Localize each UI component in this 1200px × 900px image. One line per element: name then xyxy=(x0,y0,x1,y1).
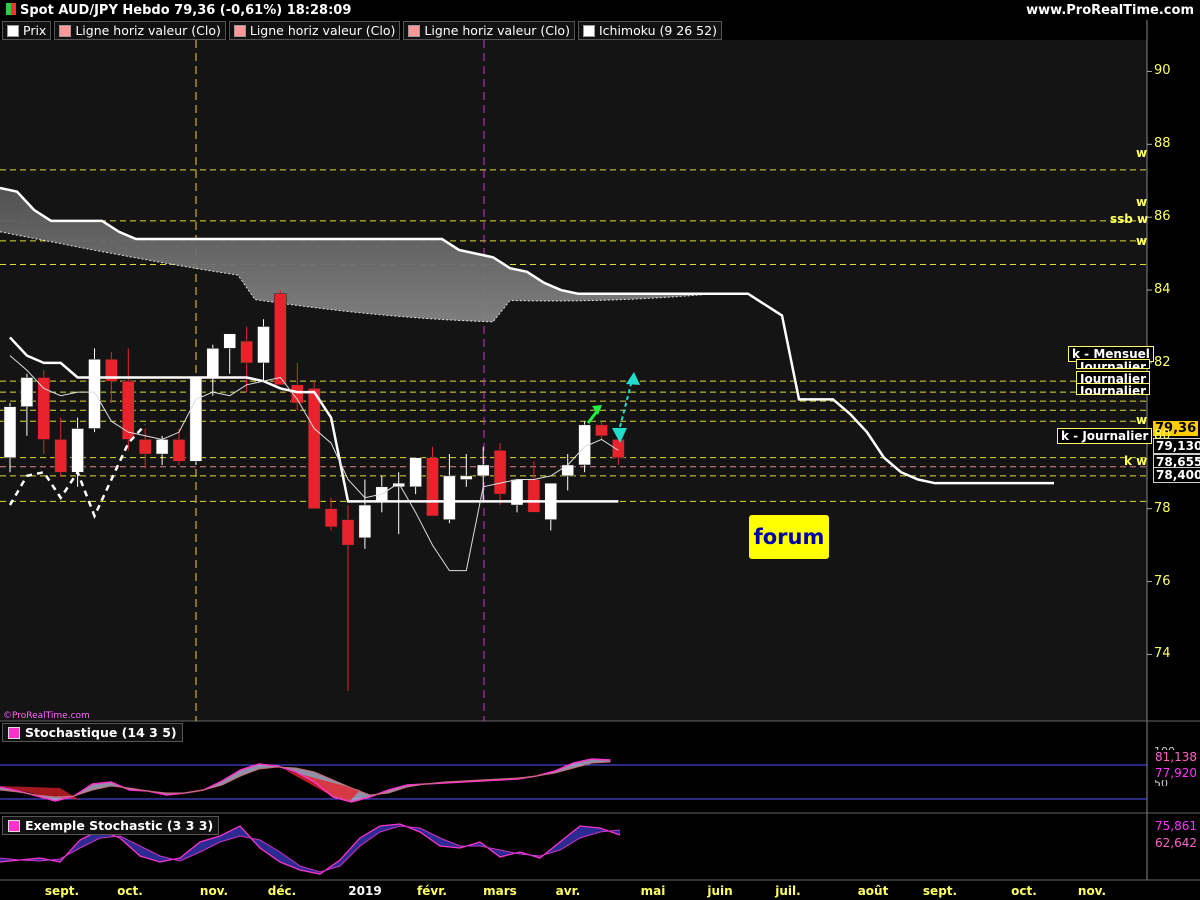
main-panel xyxy=(0,40,1147,721)
stoch-value-1: 81,138 xyxy=(1153,750,1199,764)
candle-body xyxy=(20,377,34,407)
legend-item-prix[interactable]: Prix xyxy=(2,21,52,40)
candle-body xyxy=(274,293,287,386)
candle-body xyxy=(307,388,321,509)
x-tick-label: juin xyxy=(707,884,733,898)
candle-body xyxy=(595,424,608,437)
x-tick-label: 2019 xyxy=(348,884,382,898)
x-tick-label: sept. xyxy=(44,884,80,898)
x-tick-label: juil. xyxy=(775,884,801,898)
legend-swatch xyxy=(233,24,246,37)
y-tick-label: 84 xyxy=(1154,282,1171,298)
stoch2-value-1: 75,861 xyxy=(1153,819,1199,833)
x-tick-label: mai xyxy=(640,884,666,898)
candle-body xyxy=(3,406,17,458)
stoch-value-2: 77,920 xyxy=(1153,766,1199,780)
candle-body xyxy=(612,439,625,458)
candle-body xyxy=(476,464,490,477)
candle-body xyxy=(223,333,236,349)
legend-swatch xyxy=(408,24,421,37)
y-tick-label: 78 xyxy=(1154,500,1171,516)
candle-body xyxy=(54,439,67,473)
level-label-w: w xyxy=(1136,195,1148,209)
legend-item-ichimoku[interactable]: Ichimoku (9 26 52) xyxy=(577,21,722,40)
candle-body xyxy=(88,359,101,429)
legend-item-ligne-2[interactable]: Ligne horiz valeur (Clo) xyxy=(228,21,401,40)
candle-body xyxy=(460,475,473,480)
legend-item-ligne-1[interactable]: Ligne horiz valeur (Clo) xyxy=(54,21,226,40)
candle-body xyxy=(172,439,186,462)
candle-body xyxy=(189,377,203,462)
candle-body xyxy=(341,519,355,546)
x-tick-label: avr. xyxy=(555,884,581,898)
price-box: 78,400 xyxy=(1153,467,1200,483)
site-link[interactable]: www.ProRealTime.com xyxy=(1026,3,1194,18)
stoch2-value-2: 62,642 xyxy=(1153,836,1199,850)
y-tick-label: 90 xyxy=(1154,63,1171,79)
candle-body xyxy=(527,479,541,513)
forum-badge[interactable]: forum xyxy=(749,515,829,559)
candle-body xyxy=(155,439,169,455)
candle-body xyxy=(257,326,270,364)
chart-title: Spot AUD/JPY Hebdo 79,36 (-0,61%) 18:28:… xyxy=(6,3,351,18)
x-tick-label: nov. xyxy=(199,884,229,898)
y-tick-label: 82 xyxy=(1154,354,1171,370)
level-label-journalier: Journalier xyxy=(1076,359,1151,369)
level-label-k-journalier: k - Journalier xyxy=(1057,428,1153,444)
candle-body xyxy=(324,508,338,528)
candle-body xyxy=(240,340,253,364)
instrument-icon xyxy=(6,3,16,15)
candle-body xyxy=(443,475,456,520)
level-label-w: w xyxy=(1136,413,1148,427)
candle-body xyxy=(37,377,51,440)
x-tick-label: oct. xyxy=(1011,884,1037,898)
candle-body xyxy=(206,348,220,378)
x-tick-label: oct. xyxy=(117,884,143,898)
stochastic-swatch xyxy=(8,819,20,832)
candle-body xyxy=(493,450,507,495)
x-tick-label: août xyxy=(857,884,889,898)
stochastic-label[interactable]: Stochastique (14 3 5) xyxy=(2,723,183,742)
level-label-w: w xyxy=(1136,146,1148,160)
candle-body xyxy=(561,464,574,477)
price-chart xyxy=(0,0,1200,900)
y-tick-label: 74 xyxy=(1154,646,1171,662)
x-tick-label: nov. xyxy=(1077,884,1107,898)
x-tick-label: déc. xyxy=(267,884,297,898)
level-label-kw: k w xyxy=(1124,454,1148,468)
copyright: ©ProRealTime.com xyxy=(3,711,90,721)
x-tick-label: mars xyxy=(483,884,517,898)
legend-item-ligne-3[interactable]: Ligne horiz valeur (Clo) xyxy=(403,21,575,40)
y-tick-label: 76 xyxy=(1154,573,1171,589)
example-stochastic-label[interactable]: Exemple Stochastic (3 3 3) xyxy=(2,816,220,835)
title-text: Spot AUD/JPY Hebdo 79,36 (-0,61%) 18:28:… xyxy=(20,3,352,18)
candle-body xyxy=(122,380,135,440)
legend: Prix Ligne horiz valeur (Clo) Ligne hori… xyxy=(2,21,722,40)
x-tick-label: févr. xyxy=(417,884,447,898)
level-label-journalier: Journalier xyxy=(1076,383,1151,395)
stochastic-swatch xyxy=(8,726,20,739)
candle-body xyxy=(71,428,84,473)
legend-swatch xyxy=(582,24,595,37)
y-tick-label: 80 xyxy=(1154,427,1171,443)
y-tick-label: 88 xyxy=(1154,136,1171,152)
level-label-w: w xyxy=(1136,234,1148,248)
candle-body xyxy=(138,439,152,455)
candle-body xyxy=(409,457,422,488)
legend-swatch xyxy=(7,24,19,37)
legend-swatch xyxy=(59,24,72,37)
candle-body xyxy=(358,504,372,539)
y-tick-label: 86 xyxy=(1154,209,1171,225)
level-label-ssbw: ssb w xyxy=(1110,212,1149,226)
candle-body xyxy=(426,457,439,517)
x-tick-label: sept. xyxy=(922,884,958,898)
